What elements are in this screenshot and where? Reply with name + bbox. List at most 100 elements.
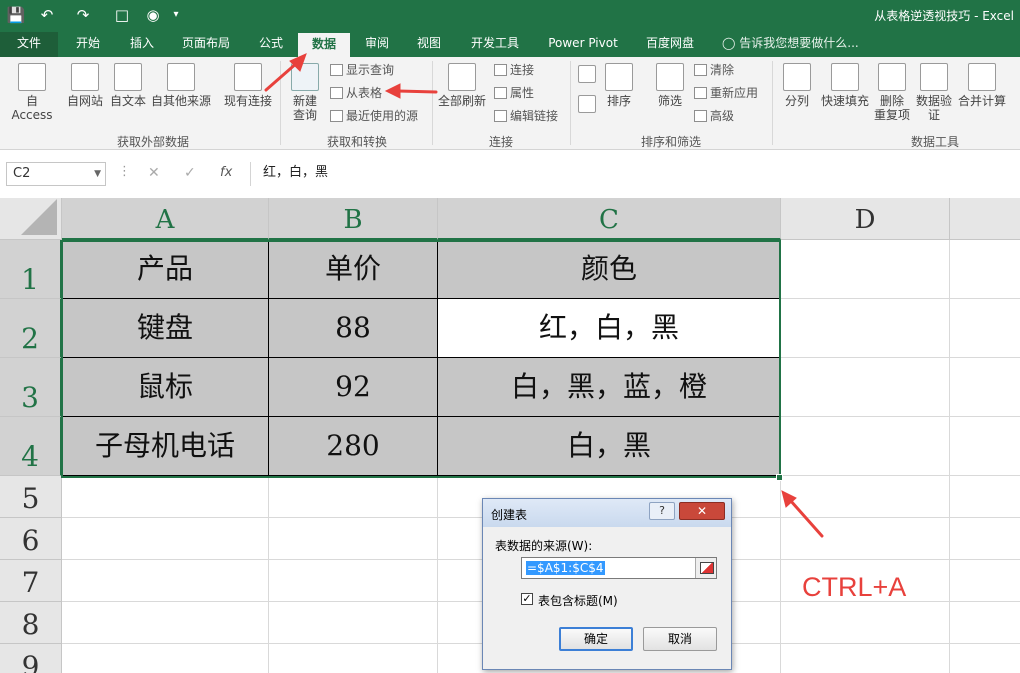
edit-links-button[interactable]: 编辑链接 bbox=[494, 108, 558, 124]
cell-a1[interactable]: 产品 bbox=[62, 240, 269, 299]
camera-icon[interactable]: ◉ bbox=[142, 4, 164, 26]
cell-a3[interactable]: 鼠标 bbox=[62, 358, 269, 417]
has-headers-checkbox[interactable]: ✓ bbox=[521, 593, 533, 605]
cell-c4[interactable]: 白，黑 bbox=[438, 417, 781, 476]
reapply-button[interactable]: 重新应用 bbox=[694, 85, 758, 101]
sort-ascending-button[interactable] bbox=[576, 65, 598, 86]
dialog-title-bar[interactable]: 创建表 ? ✕ bbox=[483, 499, 731, 527]
filter-button[interactable]: 筛选 bbox=[650, 63, 690, 108]
cell-b9[interactable] bbox=[269, 644, 438, 673]
column-header-e[interactable] bbox=[950, 198, 1020, 240]
row-header-8[interactable]: 8 bbox=[0, 602, 62, 644]
cell-e6[interactable] bbox=[950, 518, 1020, 560]
tab-home[interactable]: 开始 bbox=[64, 32, 112, 57]
connections-button[interactable]: 连接 bbox=[494, 62, 534, 78]
cell-e2[interactable] bbox=[950, 299, 1020, 358]
data-validation-button[interactable]: 数据验 证 bbox=[914, 63, 954, 122]
cell-c3[interactable]: 白，黑，蓝，橙 bbox=[438, 358, 781, 417]
cell-e4[interactable] bbox=[950, 417, 1020, 476]
cell-d8[interactable] bbox=[781, 602, 950, 644]
flash-fill-button[interactable]: 快速填充 bbox=[818, 63, 872, 108]
formula-input[interactable]: 红，白，黑 bbox=[250, 162, 1020, 186]
sort-descending-button[interactable] bbox=[576, 95, 598, 116]
from-access-button[interactable]: 自 Access bbox=[4, 63, 60, 122]
column-header-d[interactable]: D bbox=[781, 198, 950, 240]
tab-developer[interactable]: 开发工具 bbox=[460, 32, 530, 57]
cell-c1[interactable]: 颜色 bbox=[438, 240, 781, 299]
cell-e5[interactable] bbox=[950, 476, 1020, 518]
row-header-4[interactable]: 4 bbox=[0, 417, 62, 476]
cell-d2[interactable] bbox=[781, 299, 950, 358]
cell-b8[interactable] bbox=[269, 602, 438, 644]
cell-b5[interactable] bbox=[269, 476, 438, 518]
row-header-6[interactable]: 6 bbox=[0, 518, 62, 560]
from-web-button[interactable]: 自网站 bbox=[64, 63, 106, 108]
properties-button[interactable]: 属性 bbox=[494, 85, 534, 101]
tab-formulas[interactable]: 公式 bbox=[246, 32, 296, 57]
cell-a5[interactable] bbox=[62, 476, 269, 518]
column-header-b[interactable]: B bbox=[269, 198, 438, 240]
cell-b7[interactable] bbox=[269, 560, 438, 602]
close-button[interactable]: ✕ bbox=[679, 502, 725, 520]
row-header-9[interactable]: 9 bbox=[0, 644, 62, 673]
print-preview-icon[interactable]: □ bbox=[112, 4, 132, 26]
from-table-button[interactable]: 从表格 bbox=[330, 85, 382, 101]
source-range-input[interactable]: =$A$1:$C$4 bbox=[521, 557, 717, 579]
advanced-filter-button[interactable]: 高级 bbox=[694, 108, 734, 124]
cell-a8[interactable] bbox=[62, 602, 269, 644]
column-header-c[interactable]: C bbox=[438, 198, 781, 240]
cell-d9[interactable] bbox=[781, 644, 950, 673]
cancel-button[interactable]: 取消 bbox=[643, 627, 717, 651]
cell-d5[interactable] bbox=[781, 476, 950, 518]
row-header-1[interactable]: 1 bbox=[0, 240, 62, 299]
ok-button[interactable]: 确定 bbox=[559, 627, 633, 651]
row-header-3[interactable]: 3 bbox=[0, 358, 62, 417]
cell-a7[interactable] bbox=[62, 560, 269, 602]
show-queries-button[interactable]: 显示查询 bbox=[330, 62, 394, 78]
cell-a9[interactable] bbox=[62, 644, 269, 673]
row-header-2[interactable]: 2 bbox=[0, 299, 62, 358]
cell-e7[interactable] bbox=[950, 560, 1020, 602]
range-picker-icon[interactable] bbox=[695, 558, 716, 578]
help-button[interactable]: ? bbox=[649, 502, 675, 520]
cell-e8[interactable] bbox=[950, 602, 1020, 644]
fill-handle[interactable] bbox=[776, 474, 783, 481]
recent-sources-button[interactable]: 最近使用的源 bbox=[330, 108, 418, 124]
cell-b6[interactable] bbox=[269, 518, 438, 560]
name-box[interactable]: C2 ▼ bbox=[6, 162, 106, 186]
cell-e9[interactable] bbox=[950, 644, 1020, 673]
clear-filter-button[interactable]: 清除 bbox=[694, 62, 734, 78]
cell-b3[interactable]: 92 bbox=[269, 358, 438, 417]
cell-b2[interactable]: 88 bbox=[269, 299, 438, 358]
has-headers-label[interactable]: 表包含标题(M) bbox=[538, 592, 618, 609]
cell-d1[interactable] bbox=[781, 240, 950, 299]
cell-d6[interactable] bbox=[781, 518, 950, 560]
remove-duplicates-button[interactable]: 删除 重复项 bbox=[872, 63, 912, 122]
sort-button[interactable]: 排序 bbox=[602, 63, 636, 108]
new-query-button[interactable]: 新建 查询 bbox=[284, 63, 326, 122]
tab-review[interactable]: 审阅 bbox=[354, 32, 400, 57]
enter-icon[interactable]: ✓ bbox=[184, 165, 196, 181]
from-other-sources-button[interactable]: 自其他来源 bbox=[150, 63, 212, 108]
refresh-all-button[interactable]: 全部刷新 bbox=[436, 63, 488, 108]
cell-e1[interactable] bbox=[950, 240, 1020, 299]
undo-icon[interactable]: ↶ bbox=[34, 4, 60, 26]
tab-power-pivot[interactable]: Power Pivot bbox=[538, 32, 628, 57]
cell-a6[interactable] bbox=[62, 518, 269, 560]
redo-icon[interactable]: ↷ bbox=[70, 4, 96, 26]
cell-d3[interactable] bbox=[781, 358, 950, 417]
tab-page-layout[interactable]: 页面布局 bbox=[172, 32, 240, 57]
customize-quick-access-icon[interactable]: ▾ bbox=[170, 4, 182, 26]
row-header-5[interactable]: 5 bbox=[0, 476, 62, 518]
select-all-button[interactable] bbox=[0, 198, 62, 240]
tab-view[interactable]: 视图 bbox=[406, 32, 452, 57]
tab-baidu-netdisk[interactable]: 百度网盘 bbox=[636, 32, 704, 57]
cell-c2[interactable]: 红，白，黑 bbox=[438, 299, 781, 358]
cell-d4[interactable] bbox=[781, 417, 950, 476]
cell-a4[interactable]: 子母机电话 bbox=[62, 417, 269, 476]
chevron-down-icon[interactable]: ▼ bbox=[94, 163, 101, 185]
from-text-button[interactable]: 自文本 bbox=[108, 63, 148, 108]
cell-e3[interactable] bbox=[950, 358, 1020, 417]
tab-file[interactable]: 文件 bbox=[0, 32, 58, 57]
consolidate-button[interactable]: 合并计算 bbox=[956, 63, 1008, 108]
